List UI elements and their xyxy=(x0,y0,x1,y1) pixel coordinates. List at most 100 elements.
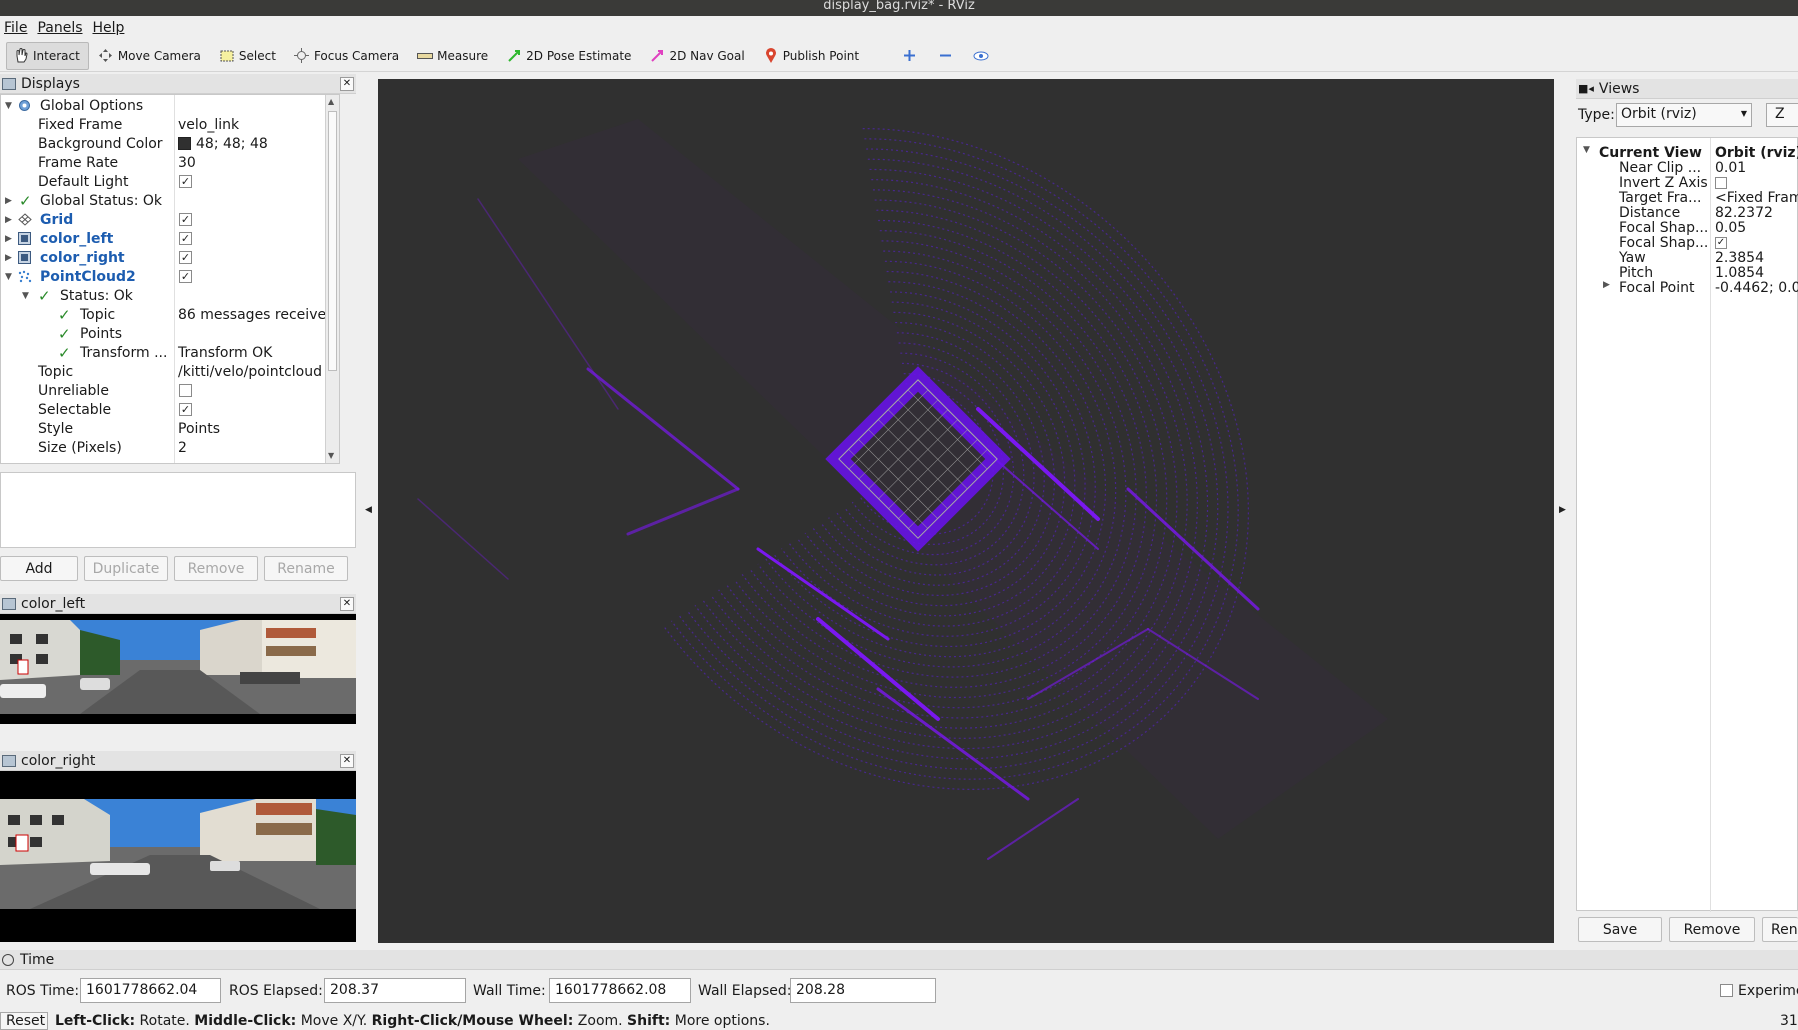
menu-panels[interactable]: Panels xyxy=(37,20,82,36)
view-value[interactable]: 82.2372 xyxy=(1715,205,1773,221)
tree-row-unreliable[interactable]: Unreliable xyxy=(1,381,339,400)
checkbox-checked[interactable]: ✓ xyxy=(179,270,192,283)
checkbox-checked[interactable]: ✓ xyxy=(179,403,192,416)
expanded-arrow-icon[interactable]: ▼ xyxy=(1583,145,1590,155)
save-view-button[interactable]: Save xyxy=(1578,917,1662,942)
tree-row-global-options[interactable]: ▼ Global Options xyxy=(1,96,339,115)
view-value[interactable]: -0.4462; 0.04 xyxy=(1715,280,1798,296)
rename-view-button[interactable]: Rename xyxy=(1762,917,1798,942)
scroll-down-icon[interactable]: ▼ xyxy=(328,451,334,460)
tree-row-color-right[interactable]: ▶ color_right ✓ xyxy=(1,248,339,267)
checkbox-checked[interactable]: ✓ xyxy=(1715,237,1727,249)
displays-scrollbar[interactable]: ▲ ▼ xyxy=(325,95,339,463)
add-display-button[interactable]: Add xyxy=(0,556,78,581)
tree-row-status-transform[interactable]: ✓ Transform ... Transform OK xyxy=(1,343,339,362)
tree-value[interactable]: 48; 48; 48 xyxy=(178,136,268,152)
close-icon[interactable]: ✕ xyxy=(340,754,354,768)
close-icon[interactable]: ✕ xyxy=(340,77,354,91)
tree-value[interactable]: Points xyxy=(178,421,220,437)
reset-button[interactable]: Reset xyxy=(0,1012,48,1030)
view-value[interactable]: 2.3854 xyxy=(1715,250,1764,266)
focus-camera-tool[interactable]: Focus Camera xyxy=(287,42,408,70)
view-name: Focal Shap... xyxy=(1619,235,1709,251)
checkbox-checked[interactable]: ✓ xyxy=(179,175,192,188)
tree-name: Topic xyxy=(38,363,74,380)
checkbox-checked[interactable]: ✓ xyxy=(179,232,192,245)
hand-icon xyxy=(13,48,29,64)
view-type-select[interactable]: Orbit (rviz) ▼ xyxy=(1616,103,1752,127)
checkbox-checked[interactable]: ✓ xyxy=(179,213,192,226)
rename-display-button[interactable]: Rename xyxy=(264,556,348,581)
checkbox-checked[interactable]: ✓ xyxy=(179,251,192,264)
view-value[interactable]: 0.01 xyxy=(1715,160,1746,176)
point-cloud-scene[interactable] xyxy=(378,79,1554,943)
expanded-arrow-icon[interactable]: ▼ xyxy=(5,272,12,282)
expanded-arrow-icon[interactable]: ▼ xyxy=(22,291,29,301)
checkbox-unchecked[interactable] xyxy=(1715,177,1727,189)
experimental-checkbox[interactable] xyxy=(1720,984,1733,997)
wall-time-field[interactable]: 1601778662.08 xyxy=(549,978,691,1003)
collapsed-arrow-icon[interactable]: ▶ xyxy=(5,234,12,244)
tree-value[interactable]: 2 xyxy=(178,440,187,456)
expanded-arrow-icon[interactable]: ▼ xyxy=(5,101,12,111)
collapse-left-icon[interactable]: ◀ xyxy=(365,505,372,515)
remove-tool-button[interactable] xyxy=(930,42,964,70)
tree-row-pointcloud2[interactable]: ▼ PointCloud2 ✓ xyxy=(1,267,339,286)
tree-row-background-color[interactable]: Background Color 48; 48; 48 xyxy=(1,134,339,153)
collapsed-arrow-icon[interactable]: ▶ xyxy=(1603,280,1610,290)
checkbox-unchecked[interactable] xyxy=(179,384,192,397)
collapsed-arrow-icon[interactable]: ▶ xyxy=(5,215,12,225)
ok-check-icon: ✓ xyxy=(58,305,71,324)
tree-row-size[interactable]: Size (Pixels) 2 xyxy=(1,438,339,457)
close-icon[interactable]: ✕ xyxy=(340,597,354,611)
pose-estimate-tool[interactable]: 2D Pose Estimate xyxy=(499,42,640,70)
view-value[interactable]: <Fixed Frame> xyxy=(1715,190,1798,206)
tree-row-style[interactable]: Style Points xyxy=(1,419,339,438)
tree-row-fixed-frame[interactable]: Fixed Frame velo_link xyxy=(1,115,339,134)
view-value[interactable]: 0.05 xyxy=(1715,220,1746,236)
ros-elapsed-field[interactable]: 208.37 xyxy=(324,978,466,1003)
tree-row-global-status[interactable]: ▶ ✓ Global Status: Ok xyxy=(1,191,339,210)
ros-time-field[interactable]: 1601778662.04 xyxy=(80,978,221,1003)
menu-help[interactable]: Help xyxy=(93,20,125,36)
tree-row-selectable[interactable]: Selectable ✓ xyxy=(1,400,339,419)
menu-file[interactable]: File xyxy=(4,20,27,36)
experimental-label: Experimental xyxy=(1738,983,1798,999)
zero-button[interactable]: Z xyxy=(1766,103,1798,127)
type-label: Type: xyxy=(1578,107,1615,123)
view-tool-button[interactable] xyxy=(966,42,1000,70)
tree-row-status-points[interactable]: ✓ Points xyxy=(1,324,339,343)
tree-row-color-left[interactable]: ▶ color_left ✓ xyxy=(1,229,339,248)
tree-row-status-topic[interactable]: ✓ Topic 86 messages received xyxy=(1,305,339,324)
wall-time-label: Wall Time: xyxy=(473,983,546,999)
view-value[interactable]: 1.0854 xyxy=(1715,265,1764,281)
tree-value[interactable]: /kitti/velo/pointcloud xyxy=(178,364,322,380)
render-viewport[interactable] xyxy=(378,79,1554,943)
add-tool-button[interactable] xyxy=(894,42,928,70)
publish-point-tool[interactable]: Publish Point xyxy=(756,42,868,70)
remove-display-button[interactable]: Remove xyxy=(174,556,258,581)
tree-value[interactable]: velo_link xyxy=(178,117,239,133)
remove-view-button[interactable]: Remove xyxy=(1669,917,1755,942)
tree-row-status-ok[interactable]: ▼ ✓ Status: Ok xyxy=(1,286,339,305)
tree-row-frame-rate[interactable]: Frame Rate 30 xyxy=(1,153,339,172)
tree-row-default-light[interactable]: Default Light ✓ xyxy=(1,172,339,191)
nav-goal-tool[interactable]: 2D Nav Goal xyxy=(642,42,753,70)
tree-row-topic[interactable]: Topic /kitti/velo/pointcloud xyxy=(1,362,339,381)
fps-readout: 31 fps xyxy=(1780,1013,1798,1029)
wall-elapsed-field[interactable]: 208.28 xyxy=(790,978,936,1003)
scroll-thumb[interactable] xyxy=(328,111,337,371)
select-tool[interactable]: Select xyxy=(212,42,285,70)
collapsed-arrow-icon[interactable]: ▶ xyxy=(5,253,12,263)
view-row-focal-point[interactable]: ▶ Focal Point -0.4462; 0.04 xyxy=(1577,280,1798,297)
collapse-right-icon[interactable]: ▶ xyxy=(1559,505,1566,515)
tree-name: Selectable xyxy=(38,401,112,418)
measure-tool[interactable]: Measure xyxy=(410,42,497,70)
scroll-up-icon[interactable]: ▲ xyxy=(328,97,334,106)
collapsed-arrow-icon[interactable]: ▶ xyxy=(5,196,12,206)
tree-row-grid[interactable]: ▶ Grid ✓ xyxy=(1,210,339,229)
interact-tool[interactable]: Interact xyxy=(6,41,89,70)
duplicate-display-button[interactable]: Duplicate xyxy=(84,556,168,581)
move-camera-tool[interactable]: Move Camera xyxy=(91,42,210,70)
tree-value[interactable]: 30 xyxy=(178,155,196,171)
